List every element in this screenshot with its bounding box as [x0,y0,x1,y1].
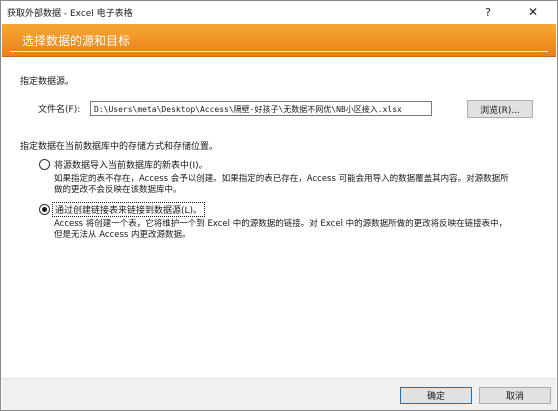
close-button[interactable]: ✕ [518,2,548,22]
link-option-label[interactable]: 通过创建链接表来链接到数据源(L)。 [52,202,206,217]
import-dialog: 获取外部数据 - Excel 电子表格 ? ✕ 选择数据的源和目标 指定数据源。… [0,0,558,411]
window-title: 获取外部数据 - Excel 电子表格 [7,9,133,19]
import-option-label[interactable]: 将源数据导入当前数据库的新表中(I)。 [54,158,208,171]
header-banner: 选择数据的源和目标 [2,24,556,57]
file-name-label: 文件名(F): [38,105,81,115]
file-name-input[interactable]: D:\Users\meta\Desktop\Access\隔壁-好孩子\无数据不… [90,101,432,116]
browse-button[interactable]: 浏览(R)... [467,100,533,118]
source-heading: 指定数据源。 [20,77,75,87]
import-radio[interactable] [39,159,50,170]
link-description-line-2: 但是无法从 Access 内更改源数据。 [54,230,191,240]
dialog-footer: 确定 取消 [2,378,556,410]
ok-button[interactable]: 确定 [400,387,472,404]
banner-title: 选择数据的源和目标 [22,34,131,48]
help-button[interactable]: ? [473,2,503,22]
banner-divider [10,51,548,52]
title-bar[interactable]: 获取外部数据 - Excel 电子表格 ? ✕ [1,1,557,23]
import-description-line-2: 做的更改不会反映在该数据库中。 [54,185,182,195]
storage-heading: 指定数据在当前数据库中的存储方式和存储位置。 [20,142,219,152]
cancel-button[interactable]: 取消 [479,387,551,404]
link-radio[interactable] [39,204,50,215]
